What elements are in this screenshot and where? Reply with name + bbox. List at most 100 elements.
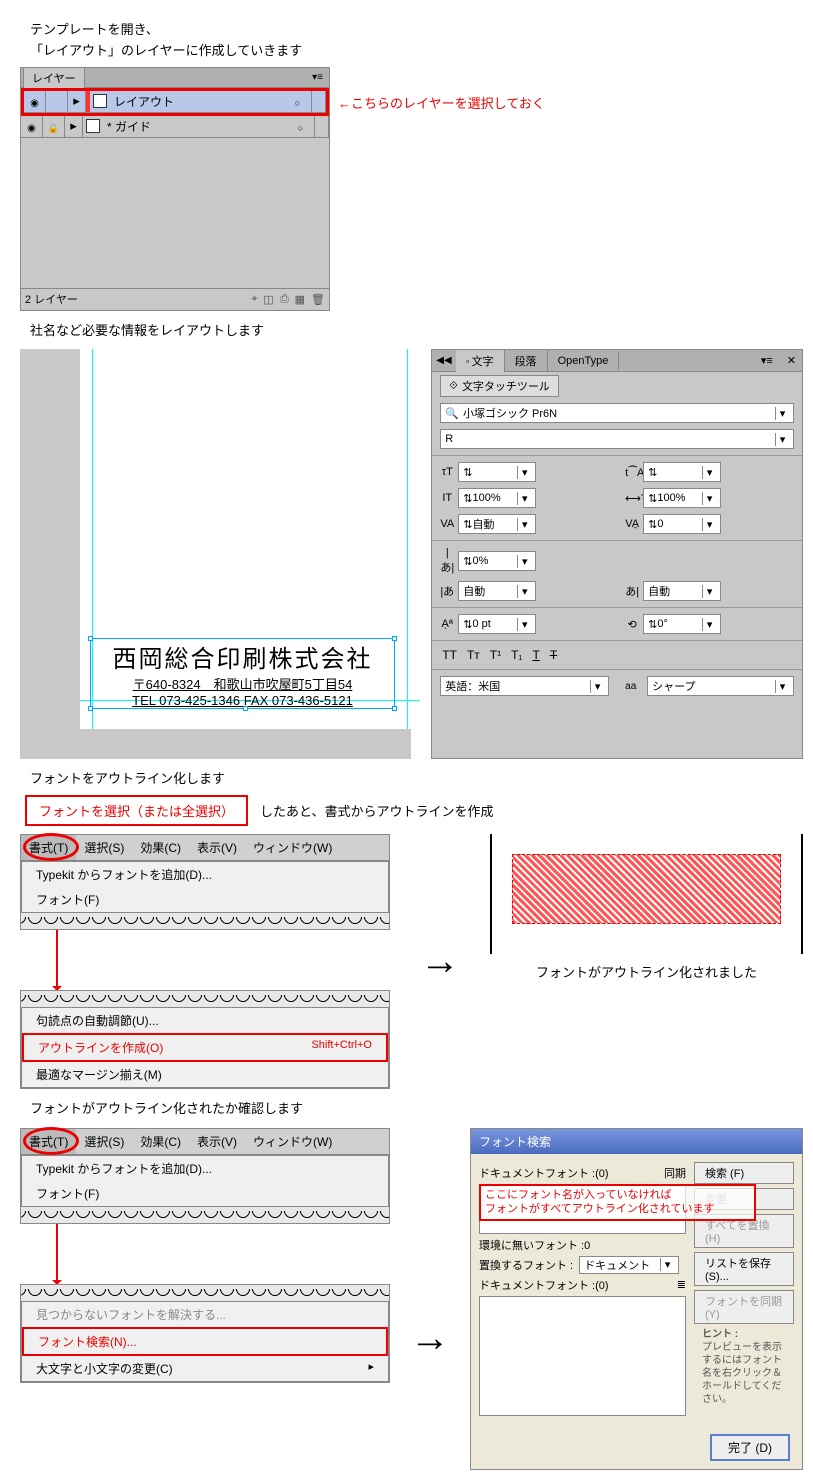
- expand-icon[interactable]: ▸: [65, 116, 83, 137]
- aki-left-input[interactable]: 自動▾: [458, 581, 536, 601]
- target-icon[interactable]: [298, 119, 303, 134]
- red-circle-annotation: [23, 833, 79, 861]
- touch-type-tool-button[interactable]: ⟐文字タッチツール: [440, 375, 559, 397]
- menu-panel-1b: 句読点の自動調節(U)... アウトラインを作成(O)Shift+Ctrl+O …: [20, 990, 390, 1089]
- missing-fonts-label: 環境に無いフォント :0: [479, 1237, 590, 1253]
- find-button[interactable]: 検索 (F): [694, 1162, 794, 1184]
- menu-font[interactable]: フォント(F): [22, 1181, 388, 1206]
- menu-punct[interactable]: 句読点の自動調節(U)...: [22, 1008, 388, 1033]
- select-fonts-callout: フォントを選択（または全選択）: [25, 795, 248, 826]
- menu-window[interactable]: ウィンドウ(W): [245, 1129, 340, 1154]
- font-weight-combo[interactable]: R▾: [440, 429, 794, 449]
- text-frame[interactable]: 西岡総合印刷株式会社 〒640-8324 和歌山市吹屋町5丁目54 TEL 07…: [90, 638, 395, 709]
- close-icon[interactable]: ✕: [781, 354, 802, 367]
- layer-row-guide[interactable]: ▸ * ガイド: [21, 116, 329, 138]
- section2-heading: 社名など必要な情報をレイアウトします: [30, 321, 803, 342]
- tsume-icon: |あ|: [440, 547, 454, 575]
- company-name: 西岡総合印刷株式会社: [91, 639, 394, 674]
- font-family-combo[interactable]: 🔍小塚ゴシック Pr6N▾: [440, 403, 794, 423]
- allcaps-icon[interactable]: TT: [442, 648, 457, 662]
- expand-icon[interactable]: ▸: [68, 91, 86, 112]
- list-icon[interactable]: ≣: [677, 1278, 686, 1291]
- replacement-fonts-list[interactable]: [479, 1296, 686, 1416]
- new-sublayer-icon[interactable]: ⎙: [280, 293, 289, 306]
- menu-find-font[interactable]: フォント検索(N)...: [22, 1327, 388, 1356]
- panel-collapse-icon[interactable]: ◀◀: [432, 355, 455, 366]
- menu-select[interactable]: 選択(S): [76, 1129, 132, 1154]
- strikethrough-icon[interactable]: T: [550, 648, 557, 662]
- rotation-icon: ⟲: [625, 618, 639, 631]
- language-combo[interactable]: 英語：米国▾: [440, 676, 609, 696]
- menu-effect[interactable]: 効果(C): [132, 1129, 189, 1154]
- replace-source-combo[interactable]: ドキュメント▾: [579, 1256, 679, 1274]
- new-layer-icon[interactable]: ▦: [295, 293, 305, 306]
- menu-create-outlines[interactable]: アウトラインを作成(O)Shift+Ctrl+O: [22, 1033, 388, 1062]
- layer-name[interactable]: * ガイド: [103, 118, 287, 135]
- company-addr: 〒640-8324 和歌山市吹屋町5丁目54: [91, 674, 394, 693]
- kerning-input[interactable]: ⇅自動▾: [458, 514, 536, 534]
- vscale-input[interactable]: ⇅100%▾: [458, 488, 536, 508]
- tracking-input[interactable]: ⇅0▾: [643, 514, 721, 534]
- tab-paragraph[interactable]: 段落: [505, 350, 548, 372]
- menu-typekit[interactable]: Typekit からフォントを追加(D)...: [22, 862, 388, 887]
- done-button[interactable]: 完了 (D): [710, 1434, 790, 1461]
- trash-icon[interactable]: 🗑: [311, 293, 325, 306]
- subscript-icon[interactable]: T₁: [511, 648, 522, 662]
- menu-window[interactable]: ウィンドウ(W): [245, 835, 340, 860]
- save-list-button[interactable]: リストを保存 (S)...: [694, 1252, 794, 1286]
- rotation-input[interactable]: ⇅0°▾: [643, 614, 721, 634]
- tab-opentype[interactable]: OpenType: [548, 352, 620, 370]
- arrow-icon: →: [410, 1316, 450, 1361]
- layers-menu-icon[interactable]: ▾≡: [306, 72, 329, 83]
- menu-view[interactable]: 表示(V): [189, 835, 245, 860]
- sync-fonts-button[interactable]: フォントを同期 (Y): [694, 1290, 794, 1324]
- hscale-icon: ⟷T: [625, 492, 639, 505]
- lock-cell[interactable]: [46, 91, 68, 112]
- menu-change-case[interactable]: 大文字と小文字の変更(C)▸: [22, 1356, 388, 1381]
- find-font-dialog: フォント検索 ドキュメントフォント :(0)同期 ここにフォント名が入っていなけ…: [470, 1128, 803, 1470]
- tab-character[interactable]: ◦文字: [456, 350, 505, 372]
- antialias-combo[interactable]: シャープ▾: [647, 676, 794, 696]
- menu-typekit[interactable]: Typekit からフォントを追加(D)...: [22, 1156, 388, 1181]
- tsume-input[interactable]: ⇅0%▾: [458, 551, 536, 571]
- layer-callout: ←こちらのレイヤーを選択しておく: [338, 93, 545, 112]
- layer-name[interactable]: レイアウト: [110, 93, 284, 110]
- visibility-icon[interactable]: [27, 119, 36, 134]
- outlined-preview: [490, 834, 803, 954]
- underline-icon[interactable]: T: [532, 648, 539, 662]
- aki-right-icon: あ|: [625, 583, 639, 599]
- section4-heading: フォントがアウトライン化されたか確認します: [30, 1099, 803, 1120]
- locate-icon[interactable]: ⌖: [251, 293, 257, 306]
- overlay-callout: ここにフォント名が入っていなければ フォントがすべてアウトライン化されています: [479, 1184, 756, 1221]
- baseline-icon: Aͅª: [440, 618, 454, 630]
- hscale-input[interactable]: ⇅100%▾: [643, 488, 721, 508]
- layers-tab[interactable]: レイヤー: [23, 67, 85, 88]
- menu-panel-1: 書式(T) 選択(S) 効果(C) 表示(V) ウィンドウ(W) Typekit…: [20, 834, 390, 930]
- aki-right-input[interactable]: 自動▾: [643, 581, 721, 601]
- menu-view[interactable]: 表示(V): [189, 1129, 245, 1154]
- layer-row-layout[interactable]: ▸ レイアウト: [24, 91, 326, 113]
- panel-menu-icon[interactable]: ▾≡: [753, 354, 781, 367]
- replace-with-label: 置換するフォント :: [479, 1257, 573, 1273]
- menu-select[interactable]: 選択(S): [76, 835, 132, 860]
- leading-icon: t⁀A: [625, 466, 639, 479]
- smallcaps-icon[interactable]: Tᴛ: [467, 648, 480, 662]
- touch-type-icon: ⟐: [449, 380, 458, 393]
- outlined-text-graphic: [512, 854, 781, 924]
- menu-effect[interactable]: 効果(C): [132, 835, 189, 860]
- baseline-input[interactable]: ⇅0 pt▾: [458, 614, 536, 634]
- menu-font[interactable]: フォント(F): [22, 887, 388, 912]
- outlined-caption: フォントがアウトライン化されました: [490, 962, 803, 981]
- menu-resolve-missing[interactable]: 見つからないフォントを解決する...: [22, 1302, 388, 1327]
- visibility-icon[interactable]: [30, 94, 39, 109]
- target-icon[interactable]: [295, 94, 300, 109]
- menu-margin[interactable]: 最適なマージン揃え(M): [22, 1062, 388, 1087]
- superscript-icon[interactable]: T¹: [490, 648, 501, 662]
- red-circle-annotation: [23, 1127, 79, 1155]
- tracking-icon: VA̱: [625, 518, 639, 530]
- outline-after-text: したあと、書式からアウトラインを作成: [260, 801, 493, 820]
- leading-input[interactable]: ⇅▾: [643, 462, 721, 482]
- clip-icon[interactable]: ◫: [263, 293, 273, 306]
- font-size-input[interactable]: ⇅▾: [458, 462, 536, 482]
- lock-icon[interactable]: [48, 119, 59, 134]
